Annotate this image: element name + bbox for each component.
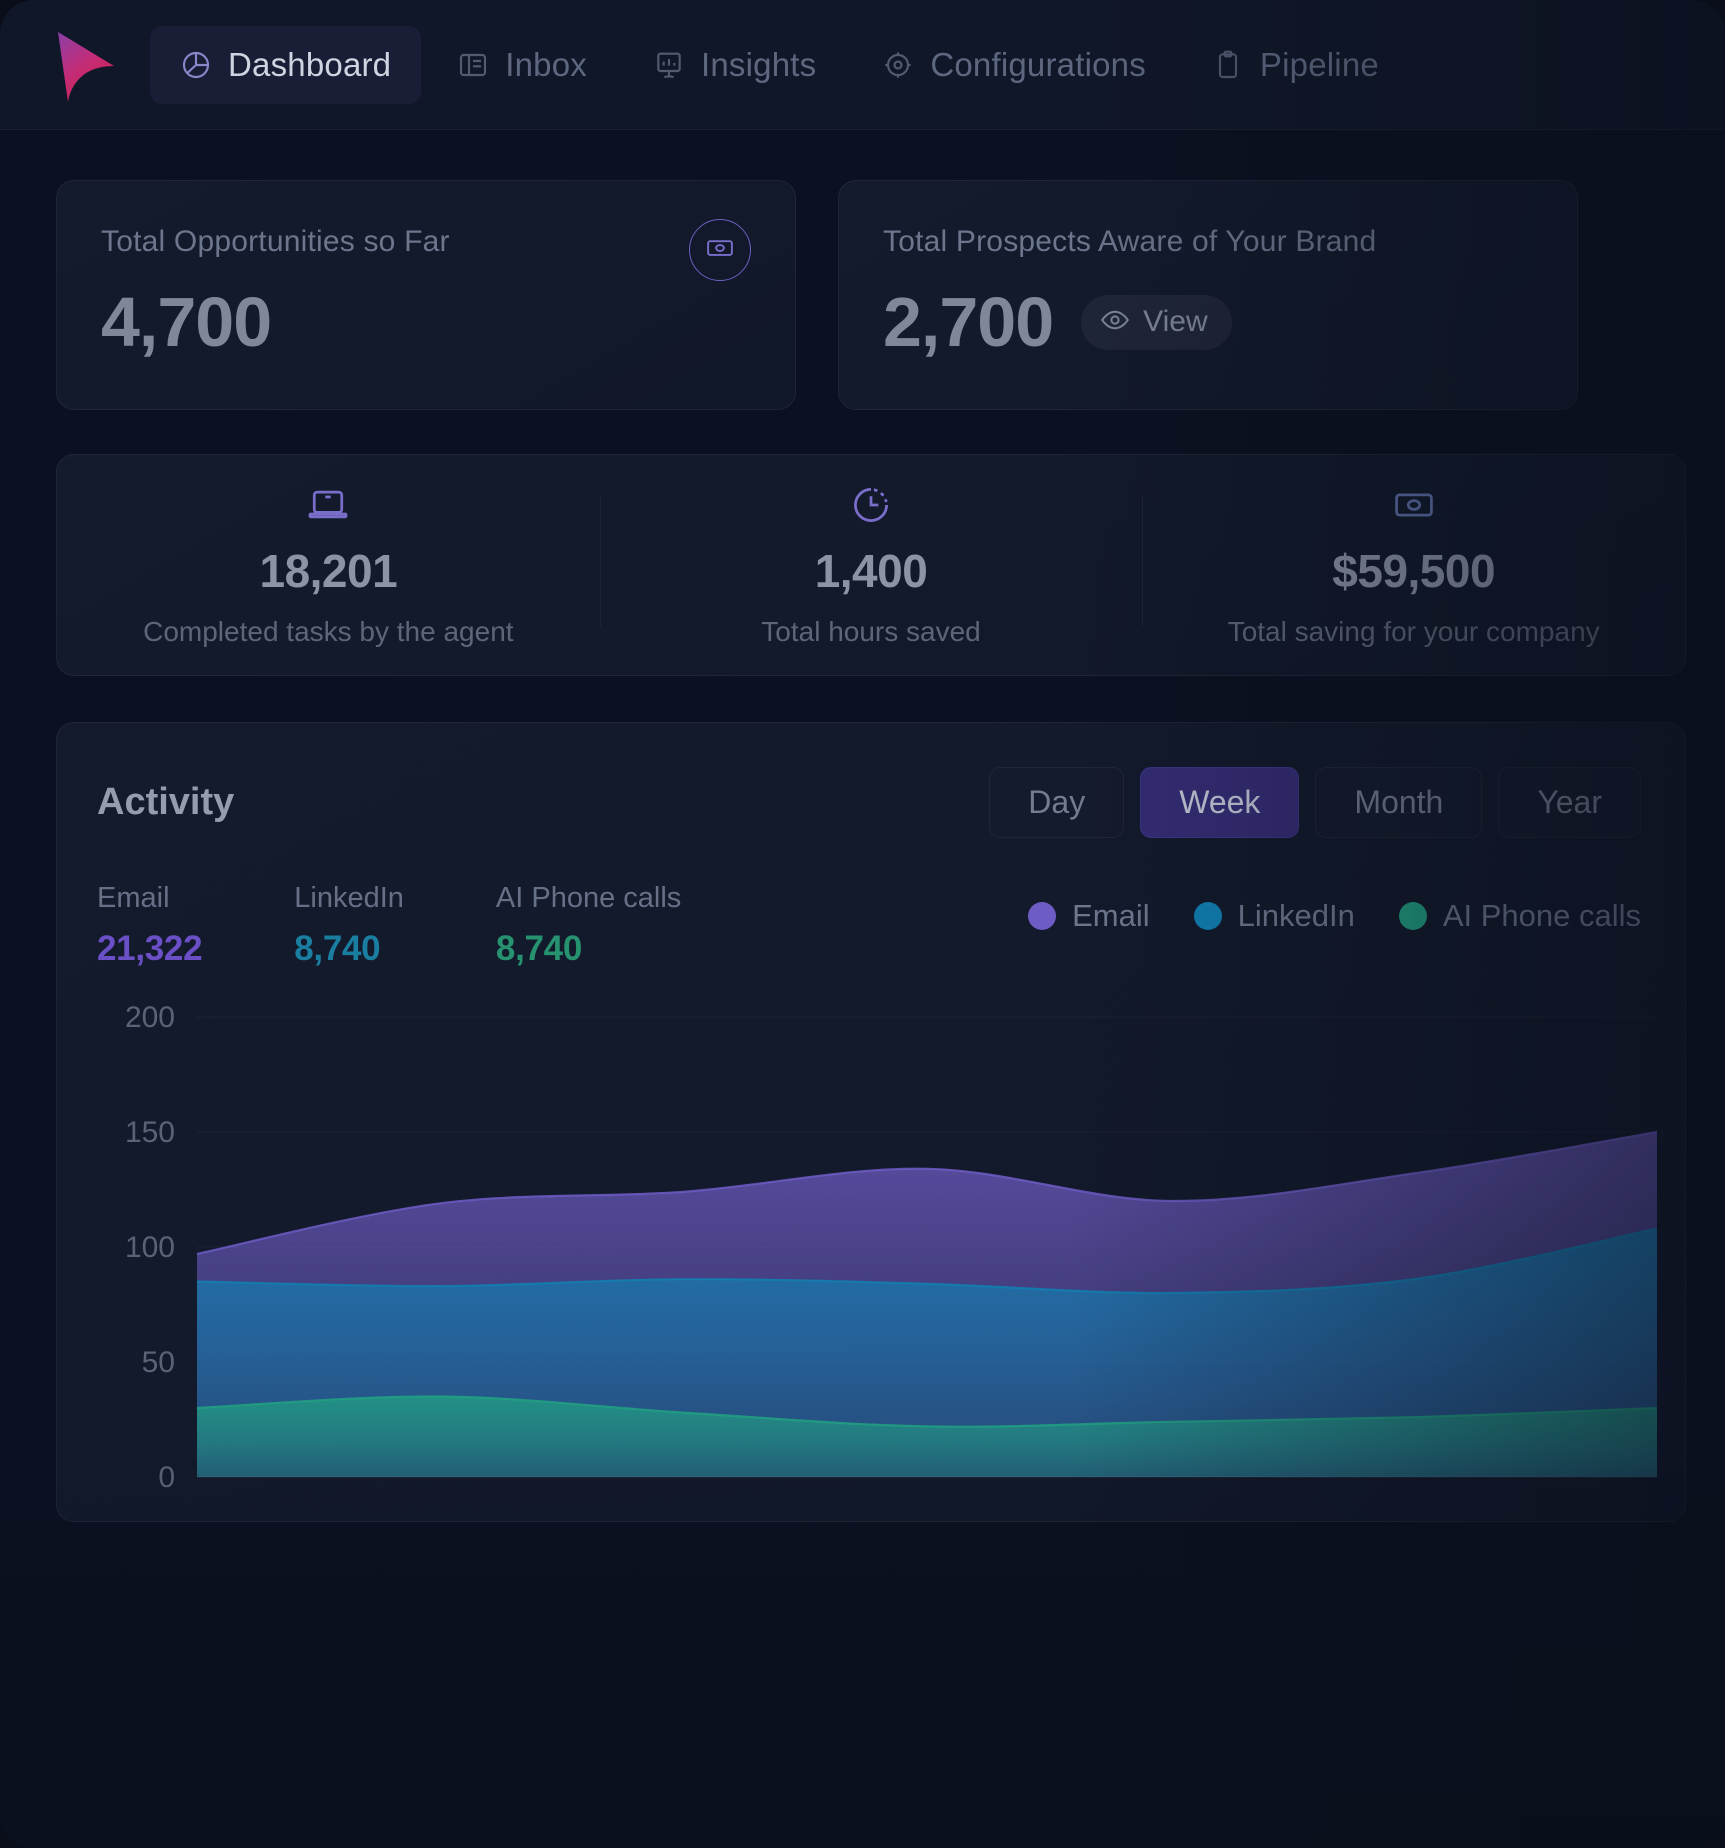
stat-hours-saved: 1,400 Total hours saved <box>599 482 1143 648</box>
range-tab-day[interactable]: Day <box>989 767 1125 838</box>
nav-label: Insights <box>700 45 817 83</box>
legend-label: AI Phone calls <box>1442 898 1641 933</box>
nav-label: Pipeline <box>1259 45 1379 83</box>
legend-label: LinkedIn <box>1237 898 1355 933</box>
stat-completed-tasks: 18,201 Completed tasks by the agent <box>57 482 600 648</box>
banknote-icon <box>1162 482 1665 528</box>
inbox-icon <box>457 49 489 81</box>
activity-title: Activity <box>97 781 235 823</box>
series-value: 21,322 <box>97 929 203 968</box>
legend-item-ai-phone-calls[interactable]: AI Phone calls <box>1398 898 1641 934</box>
stats-strip: 18,201 Completed tasks by the agent 1,40… <box>56 454 1686 676</box>
nav-label: Inbox <box>505 45 587 83</box>
gear-icon <box>882 49 914 81</box>
stat-total-saving: $59,500 Total saving for your company <box>1142 482 1685 648</box>
kpi-card-total-opportunities: Total Opportunities so Far 4,700 <box>56 180 796 410</box>
series-label: AI Phone calls <box>495 882 682 914</box>
dashboard-content: Total Opportunities so Far 4,700 Total P… <box>0 130 1725 1522</box>
banknote-badge-button[interactable] <box>689 219 751 281</box>
dashboard-app: Dashboard Inbox Insights Configurations … <box>0 0 1725 1848</box>
nav-item-inbox[interactable]: Inbox <box>427 26 617 104</box>
nav-item-insights[interactable]: Insights <box>623 26 846 104</box>
banknote-icon <box>705 233 735 268</box>
nav-label: Configurations <box>930 45 1146 83</box>
presentation-chart-icon <box>653 49 685 81</box>
nav-item-configurations[interactable]: Configurations <box>852 26 1176 104</box>
legend-item-linkedin[interactable]: LinkedIn <box>1193 898 1355 934</box>
view-label: View <box>1143 305 1208 338</box>
y-tick: 100 <box>125 1231 175 1264</box>
series-label: LinkedIn <box>294 882 404 914</box>
stat-value: 18,201 <box>259 545 398 597</box>
nav-item-dashboard[interactable]: Dashboard <box>150 25 422 104</box>
chart-canvas: 0 50 100 150 200 <box>125 1003 1657 1494</box>
activity-header: Activity Day Week Month Year <box>57 767 1685 838</box>
kpi-value: 4,700 <box>101 283 272 361</box>
series-label: Email <box>97 882 170 914</box>
legend-dot <box>1193 902 1222 930</box>
range-tab-week[interactable]: Week <box>1140 767 1300 838</box>
kpi-title: Total Prospects Aware of Your Brand <box>883 225 1377 258</box>
series-metrics: Email 21,322 LinkedIn 8,740 AI Phone cal… <box>97 882 681 969</box>
kpi-card-total-prospects: Total Prospects Aware of Your Brand 2,70… <box>838 180 1578 410</box>
range-tab-month[interactable]: Month <box>1315 767 1483 838</box>
kpi-card-row: Total Opportunities so Far 4,700 Total P… <box>56 180 1725 410</box>
series-summary-row: Email 21,322 LinkedIn 8,740 AI Phone cal… <box>57 838 1685 969</box>
stat-label: Total hours saved <box>761 616 981 647</box>
clipboard-icon <box>1212 49 1244 81</box>
activity-panel: Activity Day Week Month Year Email 21,32… <box>56 722 1686 1522</box>
series-value: 8,740 <box>495 929 583 968</box>
kpi-value: 2,700 <box>883 283 1054 361</box>
activity-area-chart: 0 50 100 150 200 <box>57 1003 1685 1521</box>
legend-dot <box>1028 902 1057 930</box>
y-tick: 50 <box>142 1346 175 1379</box>
stat-label: Total saving for your company <box>1227 616 1600 647</box>
nav-item-pipeline[interactable]: Pipeline <box>1182 26 1409 104</box>
kpi-title: Total Opportunities so Far <box>101 225 450 258</box>
kpi-value-row: 4,700 <box>101 287 751 357</box>
view-button[interactable]: View <box>1081 294 1232 350</box>
stat-value: 1,400 <box>814 545 928 597</box>
timer-icon <box>620 482 1123 528</box>
legend-dot <box>1398 902 1427 930</box>
main-nav: Dashboard Inbox Insights Configurations … <box>150 25 1409 104</box>
pie-chart-icon <box>180 49 212 81</box>
legend-label: Email <box>1072 898 1150 933</box>
kpi-value-row: 2,700 View <box>883 287 1533 357</box>
stat-value: $59,500 <box>1332 545 1496 597</box>
cursor-logo[interactable] <box>48 26 122 104</box>
range-tab-year[interactable]: Year <box>1498 767 1641 838</box>
top-navigation-bar: Dashboard Inbox Insights Configurations … <box>0 0 1725 130</box>
stat-label: Completed tasks by the agent <box>143 616 514 647</box>
series-metric-ai-phone-calls: AI Phone calls 8,740 <box>496 882 681 969</box>
range-tab-group: Day Week Month Year <box>989 767 1641 838</box>
y-tick: 0 <box>158 1461 175 1494</box>
series-value: 8,740 <box>294 929 381 968</box>
legend-item-email[interactable]: Email <box>1028 898 1150 934</box>
series-metric-linkedin: LinkedIn 8,740 <box>294 882 404 969</box>
chart-legend: Email LinkedIn AI Phone calls <box>1028 882 1641 934</box>
nav-label: Dashboard <box>228 45 392 83</box>
laptop-icon <box>77 482 580 528</box>
y-tick: 150 <box>125 1116 175 1149</box>
series-metric-email: Email 21,322 <box>97 882 203 969</box>
y-tick: 200 <box>125 1003 175 1034</box>
eye-icon <box>1100 305 1130 340</box>
